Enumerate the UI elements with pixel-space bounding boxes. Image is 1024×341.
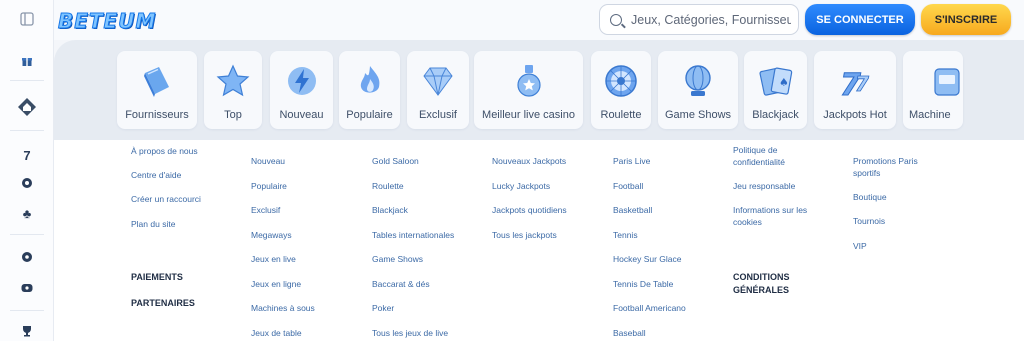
- footer-link[interactable]: Blackjack: [372, 204, 408, 216]
- roulette-icon[interactable]: [13, 172, 41, 194]
- footer-link[interactable]: Politique de confidentialité: [733, 144, 828, 168]
- seven-icon[interactable]: 7: [13, 144, 41, 166]
- gift-icon[interactable]: [13, 50, 41, 72]
- footer-link[interactable]: À propos de nous: [131, 145, 198, 157]
- footer-link[interactable]: Boutique: [853, 191, 887, 203]
- slot-machine-icon: [927, 61, 967, 101]
- footer-link[interactable]: Tournois: [853, 215, 885, 227]
- footer-link[interactable]: Hockey Sur Glace: [613, 253, 682, 265]
- footer-link[interactable]: Centre d'aide: [131, 169, 181, 181]
- category-blackjack[interactable]: ♠ Blackjack: [744, 51, 807, 129]
- footer-link[interactable]: Game Shows: [372, 253, 423, 265]
- footer-link[interactable]: Tables internationales: [372, 229, 454, 241]
- footer-link[interactable]: Jackpots quotidiens: [492, 204, 567, 216]
- footer-link[interactable]: Megaways: [251, 229, 292, 241]
- cards-icon[interactable]: ♣: [13, 202, 41, 224]
- star-icon: [213, 61, 253, 101]
- footer-link[interactable]: Créer un raccourci: [131, 193, 201, 205]
- category-label: Game Shows: [664, 109, 732, 121]
- category-nouveau[interactable]: Nouveau: [270, 51, 333, 129]
- footer-link[interactable]: Football Americano: [613, 302, 686, 314]
- footer-link[interactable]: Informations sur les cookies: [733, 204, 828, 228]
- category-roulette[interactable]: Roulette: [591, 51, 651, 129]
- sidebar-toggle-icon[interactable]: [13, 8, 41, 30]
- footer-links: À propos de nous Centre d'aide Créer un …: [54, 140, 1024, 341]
- category-label: Machine: [909, 109, 951, 121]
- footer-link[interactable]: VIP: [853, 240, 867, 252]
- footer-link[interactable]: Plan du site: [131, 218, 175, 230]
- search-input[interactable]: [631, 12, 791, 27]
- footer-link[interactable]: Machines à sous: [251, 302, 315, 314]
- signup-button[interactable]: S'INSCRIRE: [921, 4, 1011, 35]
- lightning-icon: [282, 61, 322, 101]
- footer-link[interactable]: Populaire: [251, 180, 287, 192]
- category-strip: Fournisseurs Top Nouveau Populaire Exclu…: [54, 40, 1024, 140]
- football-icon[interactable]: [13, 246, 41, 268]
- flame-icon: [350, 61, 390, 101]
- footer-link[interactable]: Jeu responsable: [733, 180, 795, 192]
- search-icon: [610, 13, 622, 26]
- svg-text:♠: ♠: [779, 76, 789, 89]
- category-jackpots-hot[interactable]: 77 Jackpots Hot: [814, 51, 896, 129]
- footer-link[interactable]: Tous les jackpots: [492, 229, 557, 241]
- category-fournisseurs[interactable]: Fournisseurs: [117, 51, 197, 129]
- footer-link[interactable]: Gold Saloon: [372, 155, 419, 167]
- seven-icon: 77: [835, 61, 875, 101]
- trophy-icon[interactable]: [13, 320, 41, 341]
- category-label: Fournisseurs: [125, 109, 189, 121]
- roulette-icon: [601, 61, 641, 101]
- book-icon: [137, 61, 177, 101]
- partners-heading[interactable]: PARTENAIRES: [131, 297, 195, 310]
- footer-link[interactable]: Jeux en live: [251, 253, 296, 265]
- home-icon[interactable]: [13, 96, 41, 118]
- footer-link[interactable]: Jeux en ligne: [251, 278, 301, 290]
- category-label: Jackpots Hot: [823, 109, 887, 121]
- terms-heading[interactable]: CONDITIONS GÉNÉRALES: [733, 271, 813, 297]
- login-button[interactable]: SE CONNECTER: [805, 4, 915, 35]
- footer-link[interactable]: Nouveau: [251, 155, 285, 167]
- footer-link[interactable]: Baseball: [613, 327, 646, 339]
- footer-link[interactable]: Tennis De Table: [613, 278, 673, 290]
- category-exclusif[interactable]: Exclusif: [407, 51, 469, 129]
- cards-icon: ♠: [756, 61, 796, 101]
- footer-link[interactable]: Baccarat & dés: [372, 278, 430, 290]
- category-label: Exclusif: [419, 109, 457, 121]
- category-label: Meilleur live casino: [482, 109, 575, 121]
- category-top[interactable]: Top: [204, 51, 262, 129]
- footer-link[interactable]: Basketball: [613, 204, 652, 216]
- category-label: Populaire: [346, 109, 393, 121]
- footer-link[interactable]: Paris Live: [613, 155, 650, 167]
- category-label: Nouveau: [279, 109, 324, 121]
- category-meilleur-live-casino[interactable]: Meilleur live casino: [474, 51, 583, 129]
- footer-link[interactable]: Tennis: [613, 229, 638, 241]
- footer-link[interactable]: Poker: [372, 302, 394, 314]
- search-box[interactable]: [599, 4, 799, 35]
- payments-heading[interactable]: PAIEMENTS: [131, 271, 183, 284]
- footer-link[interactable]: Promotions Paris sportifs: [853, 155, 943, 179]
- category-label: Blackjack: [752, 109, 799, 121]
- footer-link[interactable]: Roulette: [372, 180, 404, 192]
- category-label: Roulette: [600, 109, 642, 121]
- category-populaire[interactable]: Populaire: [339, 51, 400, 129]
- esports-icon[interactable]: [13, 277, 41, 299]
- footer-link[interactable]: Football: [613, 180, 643, 192]
- left-rail: 7 ♣: [0, 0, 54, 341]
- footer-link[interactable]: Tous les jeux de live: [372, 327, 448, 339]
- diamond-icon: [418, 61, 458, 101]
- category-label: Top: [224, 109, 242, 121]
- footer-link[interactable]: Lucky Jackpots: [492, 180, 550, 192]
- footer-link[interactable]: Jeux de table: [251, 327, 302, 339]
- brand-logo[interactable]: BETEUM: [57, 9, 156, 34]
- footer-link[interactable]: Exclusif: [251, 204, 280, 216]
- svg-text:7: 7: [855, 72, 869, 96]
- footer-link[interactable]: Nouveaux Jackpots: [492, 155, 566, 167]
- medal-icon: [509, 61, 549, 101]
- category-machine[interactable]: Machine: [903, 51, 963, 129]
- globe-icon: [678, 61, 718, 101]
- category-game-shows[interactable]: Game Shows: [658, 51, 738, 129]
